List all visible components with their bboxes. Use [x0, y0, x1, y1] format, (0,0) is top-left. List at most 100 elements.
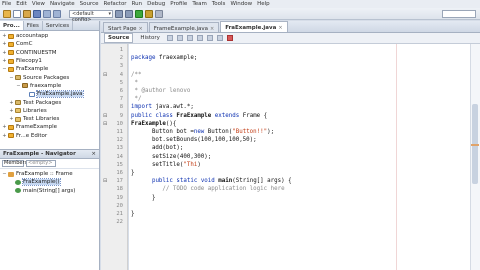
- close-tab-icon[interactable]: ×: [278, 25, 282, 31]
- tree-item[interactable]: + Test Packages: [0, 98, 99, 106]
- collapse-toggle-icon[interactable]: −: [2, 66, 7, 72]
- tree-item[interactable]: + Test Libraries: [0, 115, 99, 123]
- tree-item-label: Filecopy1: [16, 58, 42, 65]
- navigator-item[interactable]: FraExample(): [0, 178, 99, 187]
- shift-left-icon[interactable]: [206, 35, 213, 41]
- navigator-item[interactable]: main(String[] args): [0, 187, 99, 195]
- tab-projects[interactable]: Pro...: [0, 21, 24, 30]
- clean-build-icon[interactable]: [125, 9, 133, 18]
- tree-item[interactable]: + accountapp: [0, 32, 99, 40]
- expand-toggle-icon[interactable]: +: [2, 50, 7, 56]
- expand-toggle-icon[interactable]: +: [2, 41, 7, 47]
- menu-view[interactable]: View: [32, 1, 45, 7]
- editor-tab[interactable]: Start Page ×: [103, 22, 148, 32]
- menu-navigate[interactable]: Navigate: [50, 1, 75, 7]
- tree-item[interactable]: + Libraries: [0, 107, 99, 115]
- menu-edit[interactable]: Edit: [16, 1, 27, 7]
- collapse-toggle-icon[interactable]: −: [2, 171, 7, 177]
- error-stripe-mark[interactable]: [471, 144, 479, 146]
- expand-toggle-icon[interactable]: +: [9, 108, 14, 114]
- collapse-toggle-icon[interactable]: −: [9, 75, 14, 81]
- fold-toggle-icon[interactable]: ⊟: [103, 178, 107, 184]
- navigator-item[interactable]: − FraExample :: Frame: [0, 170, 99, 178]
- debug-icon[interactable]: [145, 9, 153, 18]
- navigator-context-select[interactable]: <empty>: [26, 160, 56, 167]
- forward-icon[interactable]: [176, 35, 183, 41]
- method-icon: [15, 179, 21, 185]
- menu-profile[interactable]: Profile: [170, 1, 187, 7]
- editor-tab-label: Start Page: [108, 25, 137, 32]
- new-project-icon[interactable]: [3, 9, 11, 18]
- tree-item[interactable]: − FraExample: [0, 65, 99, 73]
- tree-item-label: ComC: [16, 41, 33, 48]
- expand-toggle-icon[interactable]: +: [9, 116, 14, 122]
- project-icon: [8, 33, 14, 39]
- tree-item[interactable]: FraExample.java: [0, 90, 99, 99]
- code-line: FraExample(){: [131, 120, 177, 127]
- tree-item[interactable]: + CONTINUESTM: [0, 49, 99, 57]
- editor-tab[interactable]: FraExample.java ×: [220, 21, 288, 32]
- code-line: setSize(400,300);: [131, 153, 212, 160]
- tree-item[interactable]: + Fr...e Editor: [0, 132, 99, 140]
- menu-help[interactable]: Help: [257, 1, 270, 7]
- shift-right-icon[interactable]: [216, 35, 223, 41]
- tree-item[interactable]: + ComC: [0, 40, 99, 48]
- editor-tab[interactable]: FrameExample.java ×: [148, 22, 220, 32]
- menu-debug[interactable]: Debug: [147, 1, 165, 7]
- tree-item[interactable]: − fraexample: [0, 82, 99, 90]
- menu-source[interactable]: Source: [80, 1, 99, 7]
- back-icon[interactable]: [166, 35, 173, 41]
- navigator-filter-select[interactable]: Members: [2, 160, 27, 167]
- toggle-bookmark-icon[interactable]: [196, 35, 203, 41]
- save-all-icon[interactable]: [33, 9, 41, 18]
- menu-bar: File Edit View Navigate Source Refactor Run Deb…: [0, 0, 480, 8]
- line-number: 6: [119, 88, 123, 94]
- expand-toggle-icon[interactable]: +: [2, 124, 7, 130]
- tab-history[interactable]: History: [137, 34, 163, 42]
- expand-toggle-icon[interactable]: +: [2, 33, 7, 39]
- expand-toggle-icon[interactable]: +: [9, 100, 14, 106]
- line-number: 14: [116, 153, 123, 160]
- record-macro-icon[interactable]: [226, 35, 233, 41]
- code-editor[interactable]: package fraexample; /** * * @author lenov…: [129, 44, 470, 270]
- menu-refactor[interactable]: Refactor: [104, 1, 127, 7]
- run-icon[interactable]: [135, 9, 143, 18]
- tab-services[interactable]: Services: [43, 21, 74, 30]
- close-icon[interactable]: ×: [91, 151, 96, 157]
- tree-item-label: fraexample: [30, 82, 62, 89]
- undo-icon[interactable]: [43, 9, 51, 18]
- tree-item[interactable]: − Source Packages: [0, 73, 99, 81]
- config-select[interactable]: <default config>: [69, 9, 113, 23]
- menu-run[interactable]: Run: [132, 1, 143, 7]
- fold-toggle-icon[interactable]: ⊟: [103, 113, 107, 119]
- java-file-icon: [29, 91, 35, 97]
- menu-window[interactable]: Window: [230, 1, 252, 7]
- expand-toggle-icon[interactable]: +: [2, 58, 7, 64]
- search-input[interactable]: [442, 10, 476, 18]
- menu-tools[interactable]: Tools: [212, 1, 226, 7]
- build-icon[interactable]: [115, 9, 123, 18]
- fold-toggle-icon[interactable]: ⊟: [103, 72, 107, 78]
- close-tab-icon[interactable]: ×: [139, 26, 143, 32]
- open-project-icon[interactable]: [23, 9, 31, 18]
- profile-icon[interactable]: [155, 9, 163, 18]
- tree-item[interactable]: + FrameExample: [0, 123, 99, 131]
- tree-item[interactable]: + Filecopy1: [0, 57, 99, 65]
- expand-toggle-icon[interactable]: +: [2, 133, 7, 139]
- tab-source[interactable]: Source: [104, 33, 134, 43]
- navigator-item-label: main(String[] args): [23, 187, 76, 194]
- find-icon[interactable]: [186, 35, 193, 41]
- menu-team[interactable]: Team: [192, 1, 207, 7]
- new-file-icon[interactable]: [13, 9, 21, 18]
- collapse-toggle-icon[interactable]: −: [16, 83, 21, 89]
- editor-scrollbar[interactable]: [470, 44, 480, 270]
- fold-toggle-icon[interactable]: ⊟: [103, 121, 107, 127]
- line-number: 9: [119, 112, 123, 119]
- line-number: 21: [116, 211, 123, 217]
- right-margin-line: [396, 44, 397, 270]
- tab-files[interactable]: Files: [24, 21, 43, 30]
- projects-panel: Pro... Files Services + accountapp + ComC + C…: [0, 21, 100, 149]
- menu-file[interactable]: File: [2, 1, 11, 7]
- redo-icon[interactable]: [53, 9, 61, 18]
- close-tab-icon[interactable]: ×: [210, 26, 214, 32]
